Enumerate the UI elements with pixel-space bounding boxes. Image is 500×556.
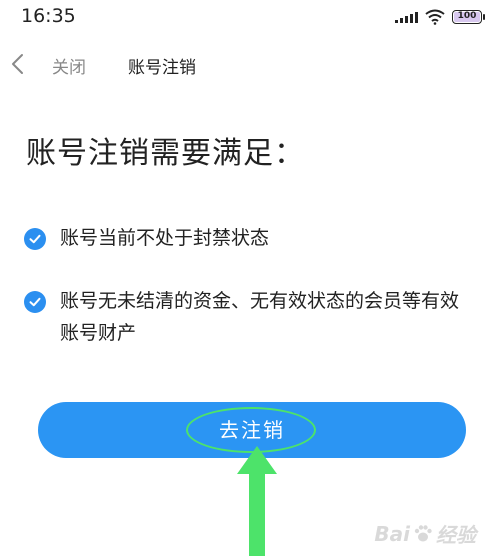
requirement-text: 账号无未结清的资金、无有效状态的会员等有效账号财产 [60, 290, 460, 344]
page-title: 账号注销 [128, 58, 196, 78]
status-time: 16:35 [21, 5, 76, 27]
signal-icon [395, 11, 418, 23]
nav-bar: 关闭 账号注销 [0, 44, 500, 84]
paw-icon [414, 524, 432, 541]
chevron-left-icon[interactable] [8, 52, 28, 76]
close-button[interactable]: 关闭 [52, 53, 86, 78]
watermark-brand-right: 经验 [436, 523, 476, 547]
requirement-item: 账号无未结清的资金、无有效状态的会员等有效账号财产 [24, 289, 464, 349]
requirements-heading: 账号注销需要满足： [26, 136, 305, 171]
watermark: Bai 经验 [374, 519, 476, 548]
watermark-brand-left: Bai [374, 521, 410, 546]
battery-icon: 100 [452, 10, 485, 24]
status-icons: 100 [395, 8, 485, 26]
up-arrow-icon [237, 446, 277, 556]
check-icon [24, 228, 46, 250]
battery-level: 100 [457, 11, 477, 21]
requirement-text: 账号当前不处于封禁状态 [60, 227, 270, 249]
check-icon [24, 291, 46, 313]
status-bar: 16:35 100 [0, 0, 500, 34]
wifi-icon [425, 9, 445, 25]
requirement-item: 账号当前不处于封禁状态 [24, 226, 269, 254]
